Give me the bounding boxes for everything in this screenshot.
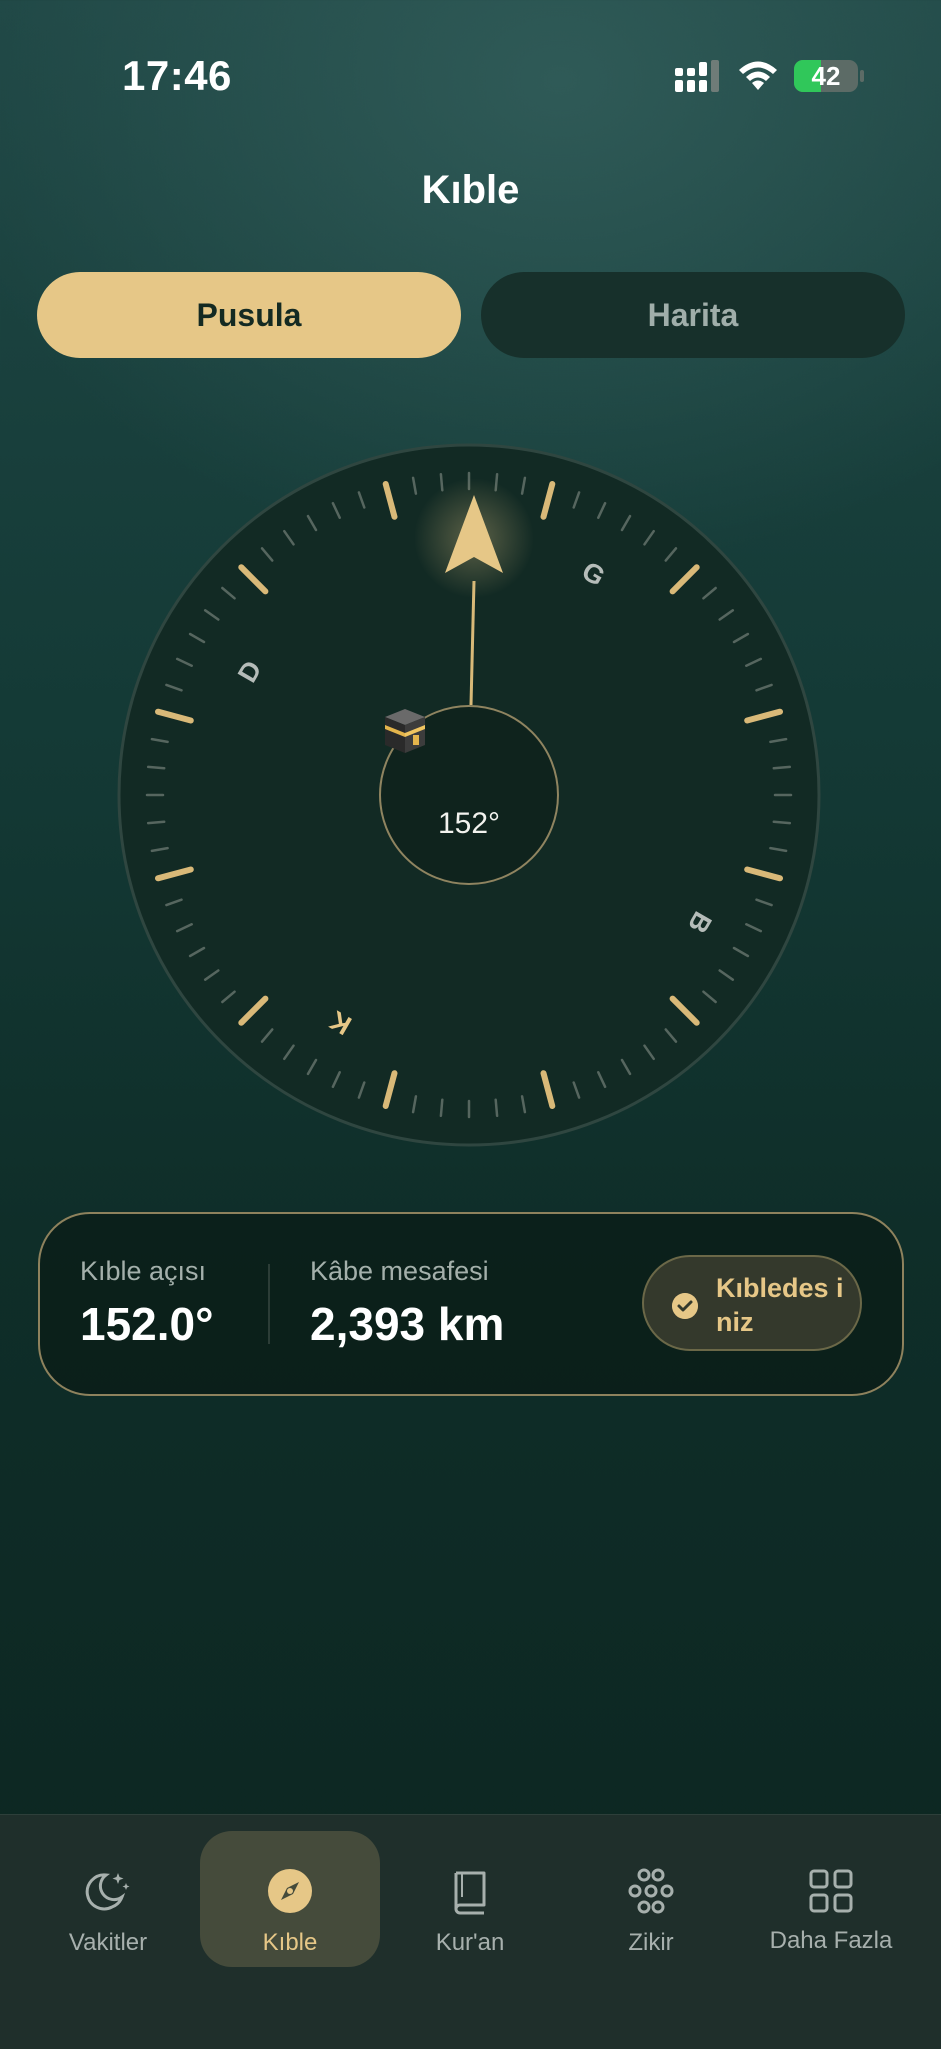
qibla-bearing: 152° bbox=[437, 807, 501, 840]
qibla-info-card: Kıble açısı 152.0° Kâbe mesafesi 2,393 k… bbox=[38, 1212, 904, 1396]
kaaba-distance-value: 2,393 km bbox=[310, 1298, 505, 1350]
battery-indicator: 42 bbox=[794, 60, 858, 92]
battery-label: 42 bbox=[811, 61, 841, 91]
compass-minor-tick bbox=[772, 765, 792, 770]
qibla-angle-value: 152.0° bbox=[80, 1298, 214, 1350]
page-title: Kıble bbox=[421, 168, 520, 212]
tab-label-zikir: Zikir bbox=[628, 1929, 674, 1956]
tab-zikir[interactable]: Zikir bbox=[561, 1831, 741, 1967]
status-time: 17:46 bbox=[122, 52, 232, 99]
qibla-status-text: Kıbledes iniz bbox=[716, 1273, 844, 1337]
compass-minor-tick bbox=[146, 820, 166, 825]
tab-label-daha-fazla: Daha Fazla bbox=[769, 1927, 893, 1954]
info-divider bbox=[268, 1264, 270, 1344]
tab-daha-fazla[interactable]: Daha Fazla bbox=[741, 1831, 921, 1967]
compass-minor-tick bbox=[772, 820, 792, 825]
kaaba-icon bbox=[385, 709, 425, 753]
qibla-angle-section: Kıble açısı 152.0° bbox=[80, 1256, 214, 1351]
kaaba-distance-section: Kâbe mesafesi 2,393 km bbox=[310, 1256, 504, 1351]
kaaba-distance-label: Kâbe mesafesi bbox=[310, 1256, 489, 1286]
book-icon bbox=[454, 1871, 486, 1915]
tab-label-vakitler: Vakitler bbox=[68, 1929, 148, 1956]
compass-center: 152° bbox=[379, 705, 559, 885]
qibla-compass: D G B K 152° bbox=[117, 443, 821, 1147]
tab-compass[interactable]: Pusula bbox=[37, 272, 461, 358]
compass-minor-tick bbox=[146, 765, 166, 770]
check-icon bbox=[672, 1293, 698, 1319]
battery-nub bbox=[860, 70, 864, 82]
wifi-icon bbox=[739, 61, 777, 90]
cellular-signal-icon bbox=[675, 60, 719, 92]
tasbih-icon bbox=[628, 1868, 674, 1914]
bottom-tab-bar: Vakitler Kıble Kur'an Zikir Daha Fazla bbox=[0, 1814, 941, 2049]
status-bar: 17:46 42 bbox=[0, 0, 941, 150]
grid-icon bbox=[809, 1869, 853, 1913]
tab-kuran[interactable]: Kur'an bbox=[380, 1831, 560, 1967]
tab-label-kible: Kıble bbox=[262, 1929, 318, 1956]
qibla-angle-label: Kıble açısı bbox=[80, 1256, 207, 1286]
tab-kible[interactable]: Kıble bbox=[200, 1831, 380, 1967]
qibla-status-badge: Kıbledes iniz bbox=[642, 1255, 862, 1351]
tab-map[interactable]: Harita bbox=[481, 272, 905, 358]
compass-minor-tick bbox=[494, 1098, 499, 1118]
tab-label-kuran: Kur'an bbox=[435, 1929, 505, 1956]
moon-stars-icon bbox=[85, 1873, 130, 1911]
compass-minor-tick bbox=[439, 1098, 444, 1118]
compass-icon bbox=[268, 1869, 312, 1913]
view-segmented-control: Pusula Harita bbox=[37, 272, 905, 358]
tab-vakitler[interactable]: Vakitler bbox=[18, 1831, 198, 1967]
